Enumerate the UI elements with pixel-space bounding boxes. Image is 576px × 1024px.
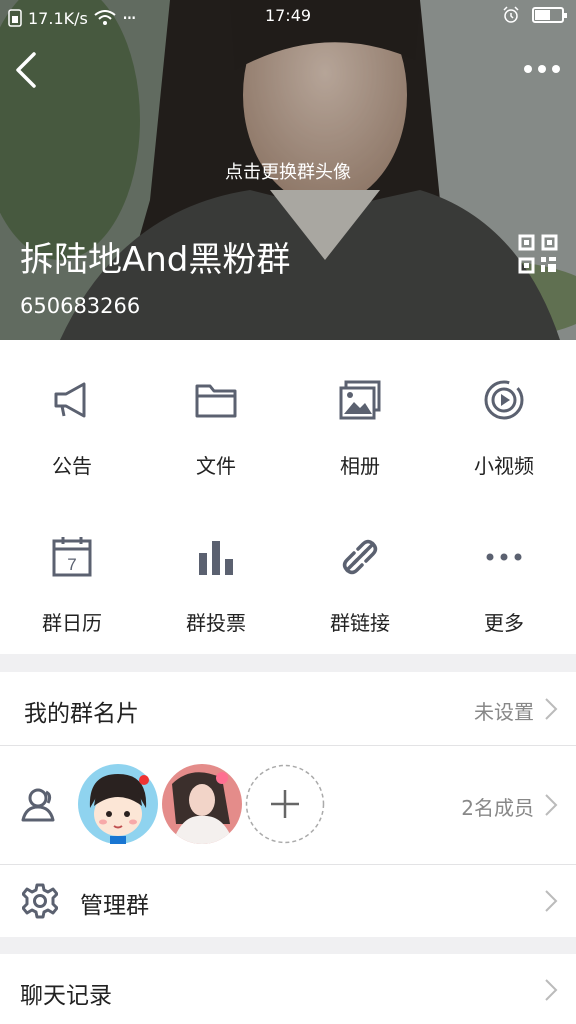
member-count: 2名成员 [461, 796, 534, 820]
chat-history-title: 聊天记录 [20, 983, 112, 1009]
feature-label: 群投票 [186, 611, 246, 635]
feature-group-calendar[interactable]: 7 群日历 [0, 497, 144, 654]
back-arrow-icon[interactable] [10, 50, 46, 90]
change-avatar-hint[interactable]: 点击更换群头像 [0, 158, 576, 184]
manage-group-row[interactable]: 管理群 [0, 865, 576, 937]
feature-files[interactable]: 文件 [144, 340, 288, 497]
link-icon [342, 539, 378, 575]
my-group-card-row[interactable]: 我的群名片 未设置 [0, 672, 576, 745]
group-name: 拆陆地And黑粉群 [20, 240, 291, 280]
more-menu-icon[interactable] [520, 54, 564, 84]
feature-label: 公告 [52, 454, 92, 478]
gear-icon [22, 883, 58, 919]
feature-grid: 公告 文件 相册 小视频 7 群日历 群投票 群链接 更多 [0, 340, 576, 654]
folder-icon [195, 384, 237, 418]
member-avatar[interactable] [78, 764, 158, 844]
manage-group-title: 管理群 [80, 893, 149, 919]
more-dots-icon [486, 553, 522, 561]
chat-history-row[interactable]: 聊天记录 [0, 954, 576, 1024]
megaphone-icon [54, 382, 86, 418]
feature-label: 群链接 [330, 611, 390, 635]
calendar-day-number: 7 [67, 555, 76, 574]
feature-short-video[interactable]: 小视频 [432, 340, 576, 497]
feature-group-vote[interactable]: 群投票 [144, 497, 288, 654]
feature-announcement[interactable]: 公告 [0, 340, 144, 497]
add-member-button[interactable] [245, 764, 325, 844]
qr-code-icon[interactable] [518, 234, 558, 274]
feature-label: 小视频 [474, 454, 534, 478]
feature-more[interactable]: 更多 [432, 497, 576, 654]
feature-album[interactable]: 相册 [288, 340, 432, 497]
my-group-card-value: 未设置 [474, 700, 534, 724]
alarm-icon [503, 6, 519, 23]
group-header-banner[interactable]: 17.1K/s ··· 17:49 点击更换群头像 拆陆地And黑粉群 6506… [0, 0, 576, 340]
member-avatar[interactable] [162, 764, 242, 844]
chevron-right-icon [545, 794, 558, 816]
vote-chart-icon [199, 541, 233, 575]
members-row[interactable]: 2名成员 [0, 746, 576, 864]
album-icon [339, 380, 381, 420]
members-icon [21, 788, 55, 822]
feature-label: 群日历 [42, 611, 102, 635]
status-bar: 17.1K/s ··· 17:49 [0, 0, 576, 32]
chevron-right-icon [545, 979, 558, 1001]
plus-icon [271, 790, 299, 818]
feature-label: 文件 [196, 454, 236, 478]
my-group-card-title: 我的群名片 [24, 701, 139, 727]
status-time: 17:49 [264, 6, 312, 25]
calendar-icon: 7 [52, 537, 92, 577]
chevron-right-icon [545, 698, 558, 720]
chevron-right-icon [545, 890, 558, 912]
feature-group-link[interactable]: 群链接 [288, 497, 432, 654]
feature-label: 相册 [340, 454, 380, 478]
video-icon [484, 380, 524, 420]
battery-icon [532, 7, 567, 23]
status-right [502, 6, 567, 24]
group-id: 650683266 [20, 294, 141, 318]
feature-label: 更多 [484, 611, 524, 635]
